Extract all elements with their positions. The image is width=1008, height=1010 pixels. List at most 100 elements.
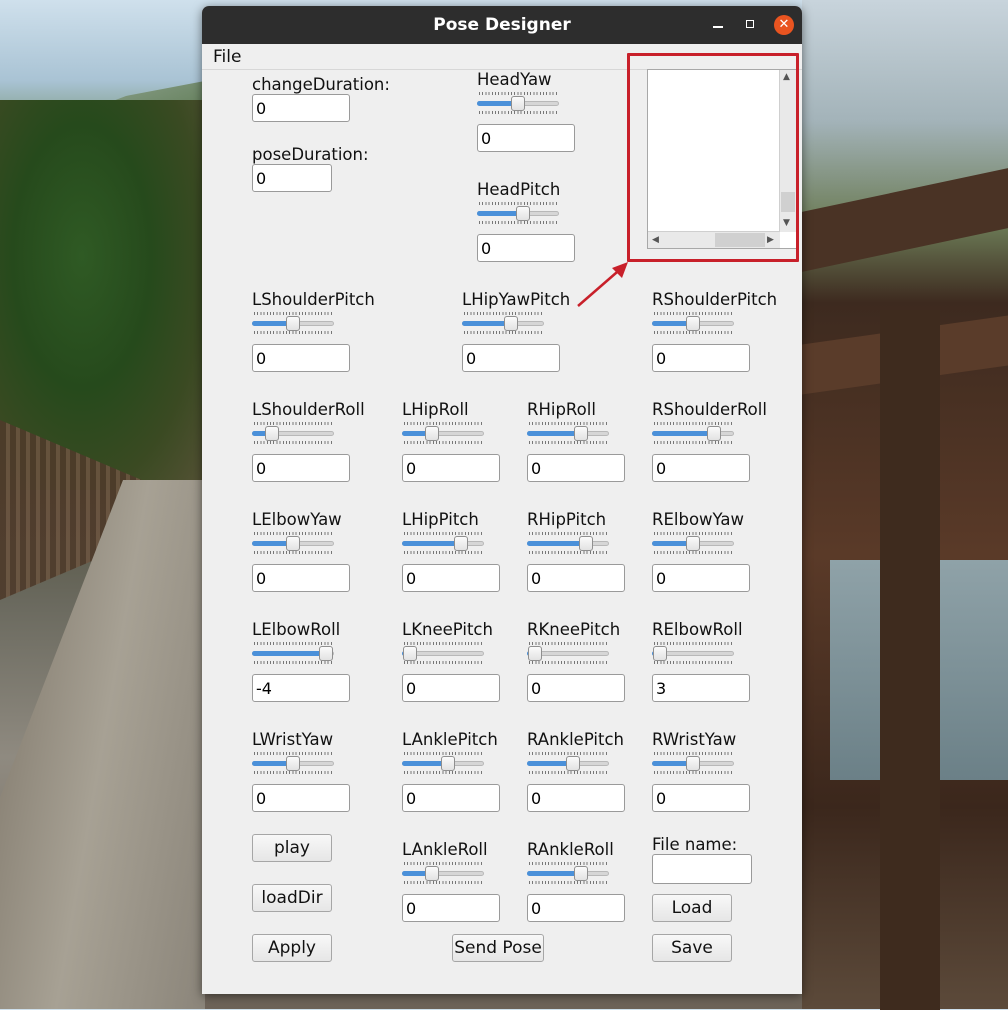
lshoulderroll-slider[interactable] [252, 422, 334, 444]
slider-handle[interactable] [286, 756, 300, 771]
slider-handle[interactable] [653, 646, 667, 661]
lelbowroll-value-field[interactable] [252, 674, 350, 702]
slider-handle[interactable] [454, 536, 468, 551]
rwristyaw-slider[interactable] [652, 752, 734, 774]
headyaw-slider[interactable] [477, 92, 559, 114]
rshoulderroll-slider[interactable] [652, 422, 734, 444]
pose-duration-field[interactable] [252, 164, 332, 192]
lelbowroll-slider[interactable] [252, 642, 334, 664]
lelbowyaw-value-field[interactable] [252, 564, 350, 592]
slider-ticks [254, 441, 332, 444]
slider-handle[interactable] [511, 96, 525, 111]
lkneepitch-label: LKneePitch [402, 620, 493, 639]
slider-ticks [654, 331, 732, 334]
slider-handle[interactable] [686, 536, 700, 551]
slider-fill [527, 431, 581, 436]
slider-ticks [654, 642, 732, 645]
lhiproll-label: LHipRoll [402, 400, 469, 419]
slider-ticks [404, 642, 482, 645]
relbowroll-slider[interactable] [652, 642, 734, 664]
lhippitch-slider[interactable] [402, 532, 484, 554]
lelbowyaw-slider[interactable] [252, 532, 334, 554]
slider-handle[interactable] [686, 316, 700, 331]
change-duration-field[interactable] [252, 94, 350, 122]
slider-handle[interactable] [425, 866, 439, 881]
slider-handle[interactable] [425, 426, 439, 441]
lshoulderroll-value-field[interactable] [252, 454, 350, 482]
lhiproll-value-field[interactable] [402, 454, 500, 482]
slider-ticks [654, 551, 732, 554]
file-name-field[interactable] [652, 854, 752, 884]
slider-handle[interactable] [286, 316, 300, 331]
lhipyawpitch-slider[interactable] [462, 312, 544, 334]
slider-ticks [654, 771, 732, 774]
slider-ticks [529, 422, 607, 425]
lkneepitch-value-field[interactable] [402, 674, 500, 702]
slider-ticks [479, 111, 557, 114]
lankleroll-label: LAnkleRoll [402, 840, 488, 859]
rkneepitch-slider[interactable] [527, 642, 609, 664]
lhippitch-value-field[interactable] [402, 564, 500, 592]
apply-button[interactable]: Apply [252, 934, 332, 962]
send-pose-button[interactable]: Send Pose [452, 934, 544, 962]
lanklepitch-value-field[interactable] [402, 784, 500, 812]
lkneepitch-slider[interactable] [402, 642, 484, 664]
slider-handle[interactable] [686, 756, 700, 771]
lhipyawpitch-value-field[interactable] [462, 344, 560, 372]
rshoulderroll-value-field[interactable] [652, 454, 750, 482]
rshoulderpitch-label: RShoulderPitch [652, 290, 778, 309]
slider-handle[interactable] [579, 536, 593, 551]
lankleroll-slider[interactable] [402, 862, 484, 884]
load-dir-button[interactable]: loadDir [252, 884, 332, 912]
slider-handle[interactable] [265, 426, 279, 441]
slider-handle[interactable] [504, 316, 518, 331]
slider-handle[interactable] [286, 536, 300, 551]
slider-ticks [479, 202, 557, 205]
slider-handle[interactable] [403, 646, 417, 661]
save-button[interactable]: Save [652, 934, 732, 962]
relbowroll-value-field[interactable] [652, 674, 750, 702]
lwristyaw-slider[interactable] [252, 752, 334, 774]
rkneepitch-value-field[interactable] [527, 674, 625, 702]
rwristyaw-value-field[interactable] [652, 784, 750, 812]
slider-ticks [404, 532, 482, 535]
slider-ticks [254, 331, 332, 334]
headpitch-value-field[interactable] [477, 234, 575, 262]
slider-handle[interactable] [707, 426, 721, 441]
rshoulderpitch-slider[interactable] [652, 312, 734, 334]
headpitch-slider[interactable] [477, 202, 559, 224]
pose-duration-label: poseDuration: [252, 145, 369, 164]
rshoulderpitch-value-field[interactable] [652, 344, 750, 372]
relbowyaw-slider[interactable] [652, 532, 734, 554]
lshoulderpitch-slider[interactable] [252, 312, 334, 334]
slider-ticks [654, 422, 732, 425]
lshoulderpitch-value-field[interactable] [252, 344, 350, 372]
rankleroll-slider[interactable] [527, 862, 609, 884]
ranklepitch-value-field[interactable] [527, 784, 625, 812]
rankleroll-value-field[interactable] [527, 894, 625, 922]
headyaw-value-field[interactable] [477, 124, 575, 152]
slider-handle[interactable] [566, 756, 580, 771]
rhiproll-slider[interactable] [527, 422, 609, 444]
ranklepitch-slider[interactable] [527, 752, 609, 774]
slider-fill [652, 431, 714, 436]
slider-handle[interactable] [319, 646, 333, 661]
rhippitch-value-field[interactable] [527, 564, 625, 592]
rhippitch-slider[interactable] [527, 532, 609, 554]
lhiproll-slider[interactable] [402, 422, 484, 444]
slider-handle[interactable] [574, 866, 588, 881]
lankleroll-value-field[interactable] [402, 894, 500, 922]
rhiproll-value-field[interactable] [527, 454, 625, 482]
lwristyaw-value-field[interactable] [252, 784, 350, 812]
lanklepitch-slider[interactable] [402, 752, 484, 774]
slider-handle[interactable] [574, 426, 588, 441]
slider-ticks [254, 422, 332, 425]
lhipyawpitch-label: LHipYawPitch [462, 290, 571, 309]
relbowyaw-value-field[interactable] [652, 564, 750, 592]
load-button[interactable]: Load [652, 894, 732, 922]
slider-handle[interactable] [528, 646, 542, 661]
slider-ticks [529, 441, 607, 444]
slider-handle[interactable] [441, 756, 455, 771]
slider-handle[interactable] [516, 206, 530, 221]
play-button[interactable]: play [252, 834, 332, 862]
